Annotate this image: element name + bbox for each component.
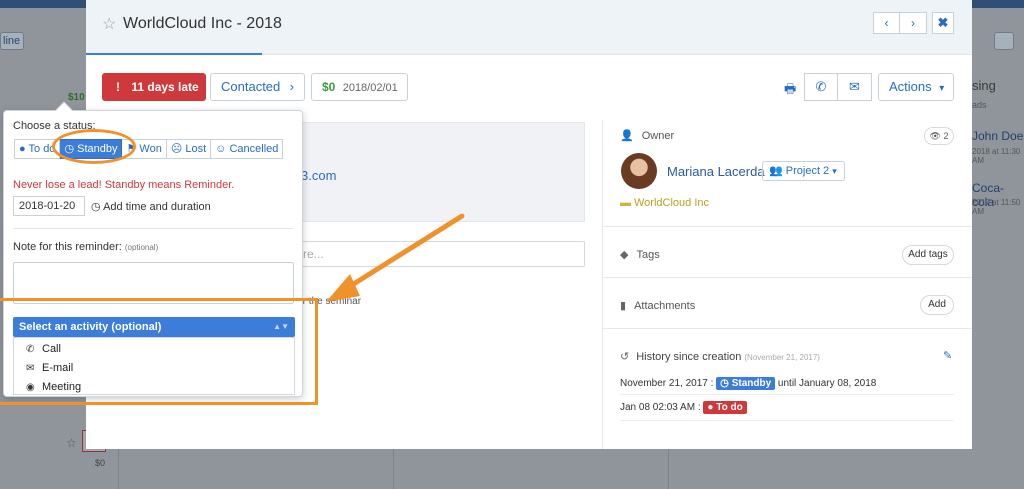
envelope-icon: ✉ xyxy=(849,79,860,94)
eye-icon: 👁 xyxy=(929,131,941,141)
background-line-button: line xyxy=(0,32,24,50)
days-late-label: 11 days late xyxy=(131,80,199,94)
history-detail: until January 08, 2018 xyxy=(777,378,877,389)
history-title: ↺ History since creation (November 21, 201… xyxy=(620,351,820,363)
highlight-ellipse xyxy=(52,129,136,164)
history-date: Jan 08 02:03 AM : xyxy=(620,402,701,413)
popover-divider xyxy=(13,228,293,229)
close-button[interactable]: ✖ xyxy=(932,12,954,34)
stage-button[interactable]: Contacted › xyxy=(210,73,305,101)
background-item-date: 2018 at 11:30 AM xyxy=(972,147,1021,165)
background-right-sub: ads xyxy=(972,100,987,110)
background-green-value: $10 xyxy=(68,92,85,103)
info-icon: ● xyxy=(19,143,26,155)
deal-amount: $0 xyxy=(322,80,336,94)
amount-date-box[interactable]: $0 2018/02/01 xyxy=(311,73,408,101)
project-dropdown[interactable]: 👥 Project 2 ▾ xyxy=(762,161,845,181)
record-navigation: ‹ › xyxy=(873,12,927,34)
user-icon: 👤 xyxy=(620,130,634,142)
section-divider xyxy=(602,226,972,227)
history-date: November 21, 2017 : xyxy=(620,378,714,389)
add-time-link[interactable]: ◷ Add time and duration xyxy=(91,200,211,213)
actions-label: Actions xyxy=(889,79,932,94)
alert-icon: ! xyxy=(116,80,120,94)
history-divider xyxy=(620,394,954,395)
background-card-value: $0 xyxy=(95,458,106,468)
star-icon[interactable]: ☆ xyxy=(102,14,116,34)
users-icon: 👥 xyxy=(769,165,783,177)
attachments-label: ▮ Attachments xyxy=(620,300,696,312)
history-row: November 21, 2017 : ◷ Standby until Janu… xyxy=(620,377,876,390)
column-divider xyxy=(602,120,603,449)
phone-icon: ✆ xyxy=(815,79,827,94)
caret-down-icon: ▾ xyxy=(939,83,945,94)
owner-name[interactable]: Mariana Lacerda xyxy=(667,164,765,179)
standby-warning: Never lose a lead! Standby means Reminde… xyxy=(13,179,235,191)
status-lost-button[interactable]: ☹ Lost xyxy=(166,139,212,159)
tag-icon: ◆ xyxy=(620,249,629,261)
next-button[interactable]: › xyxy=(900,12,927,34)
background-grid-icon xyxy=(994,32,1014,50)
file-icon: ▮ xyxy=(620,300,627,312)
status-cancelled-button[interactable]: ☺ Cancelled xyxy=(211,139,284,159)
history-row: Jan 08 02:03 AM : ● To do xyxy=(620,401,747,414)
highlight-rectangle xyxy=(0,298,318,405)
caret-down-icon: ▾ xyxy=(832,166,837,176)
edit-icon[interactable]: ✎ xyxy=(943,349,952,362)
owner-label: 👤 Owner xyxy=(620,130,675,142)
contact-email-link[interactable]: 3.com xyxy=(301,168,336,183)
history-icon: ↺ xyxy=(620,351,630,363)
company-name: WorldCloud Inc xyxy=(634,197,709,209)
stage-label: Contacted xyxy=(221,79,281,94)
history-divider xyxy=(620,420,954,421)
add-tags-button[interactable]: Add tags xyxy=(902,245,954,265)
sad-face-icon: ☹ xyxy=(170,143,183,155)
company-link[interactable]: ▬ WorldCloud Inc xyxy=(620,197,709,209)
contact-info-box: 3.com xyxy=(300,122,585,222)
project-label: Project 2 xyxy=(785,165,830,177)
note-input[interactable]: re... xyxy=(300,241,585,267)
previous-button[interactable]: ‹ xyxy=(873,12,900,34)
print-icon[interactable]: 🖶 xyxy=(784,80,796,102)
folder-icon: ▬ xyxy=(620,197,631,209)
background-item-date: 2017 at 11:50 AM xyxy=(972,198,1021,216)
background-star-icon: ☆ xyxy=(66,436,77,450)
background-right-column: sing ads John Doe 2018 at 11:30 AM Coca-… xyxy=(972,8,1024,489)
active-tab-underline xyxy=(86,53,262,55)
clock-icon: ◷ xyxy=(91,201,101,213)
reminder-date-input[interactable]: 2018-01-20 xyxy=(13,196,85,216)
contact-tools: ✆ ✉ xyxy=(804,73,872,101)
background-right-title: sing xyxy=(972,78,996,93)
face-icon: ☺ xyxy=(215,143,227,155)
section-divider xyxy=(602,277,972,278)
actions-button[interactable]: Actions ▾ xyxy=(878,73,954,101)
add-attachment-button[interactable]: Add xyxy=(920,295,954,315)
modal-header: ☆ WorldCloud Inc - 2018 ‹ › ✖ xyxy=(86,0,972,55)
days-late-button[interactable]: ! 11 days late xyxy=(102,73,206,101)
status-badge: ● To do xyxy=(703,401,747,414)
phone-button[interactable]: ✆ xyxy=(804,73,838,101)
viewers-badge[interactable]: 👁 2 xyxy=(924,127,954,145)
optional-hint: (optional) xyxy=(124,243,159,252)
tags-label: ◆ Tags xyxy=(620,249,660,261)
history-since: (November 21, 2017) xyxy=(744,353,820,362)
deal-date: 2018/02/01 xyxy=(342,82,398,94)
email-button[interactable]: ✉ xyxy=(838,73,872,101)
section-divider xyxy=(602,328,972,329)
owner-avatar xyxy=(621,153,657,189)
chevron-right-icon: › xyxy=(289,79,294,94)
reminder-note-label: Note for this reminder: (optional) xyxy=(13,241,159,253)
background-item-name: John Doe xyxy=(972,129,1024,143)
status-badge: ◷ Standby xyxy=(716,377,776,390)
modal-title: WorldCloud Inc - 2018 xyxy=(123,15,282,32)
viewers-count: 2 xyxy=(943,131,949,141)
